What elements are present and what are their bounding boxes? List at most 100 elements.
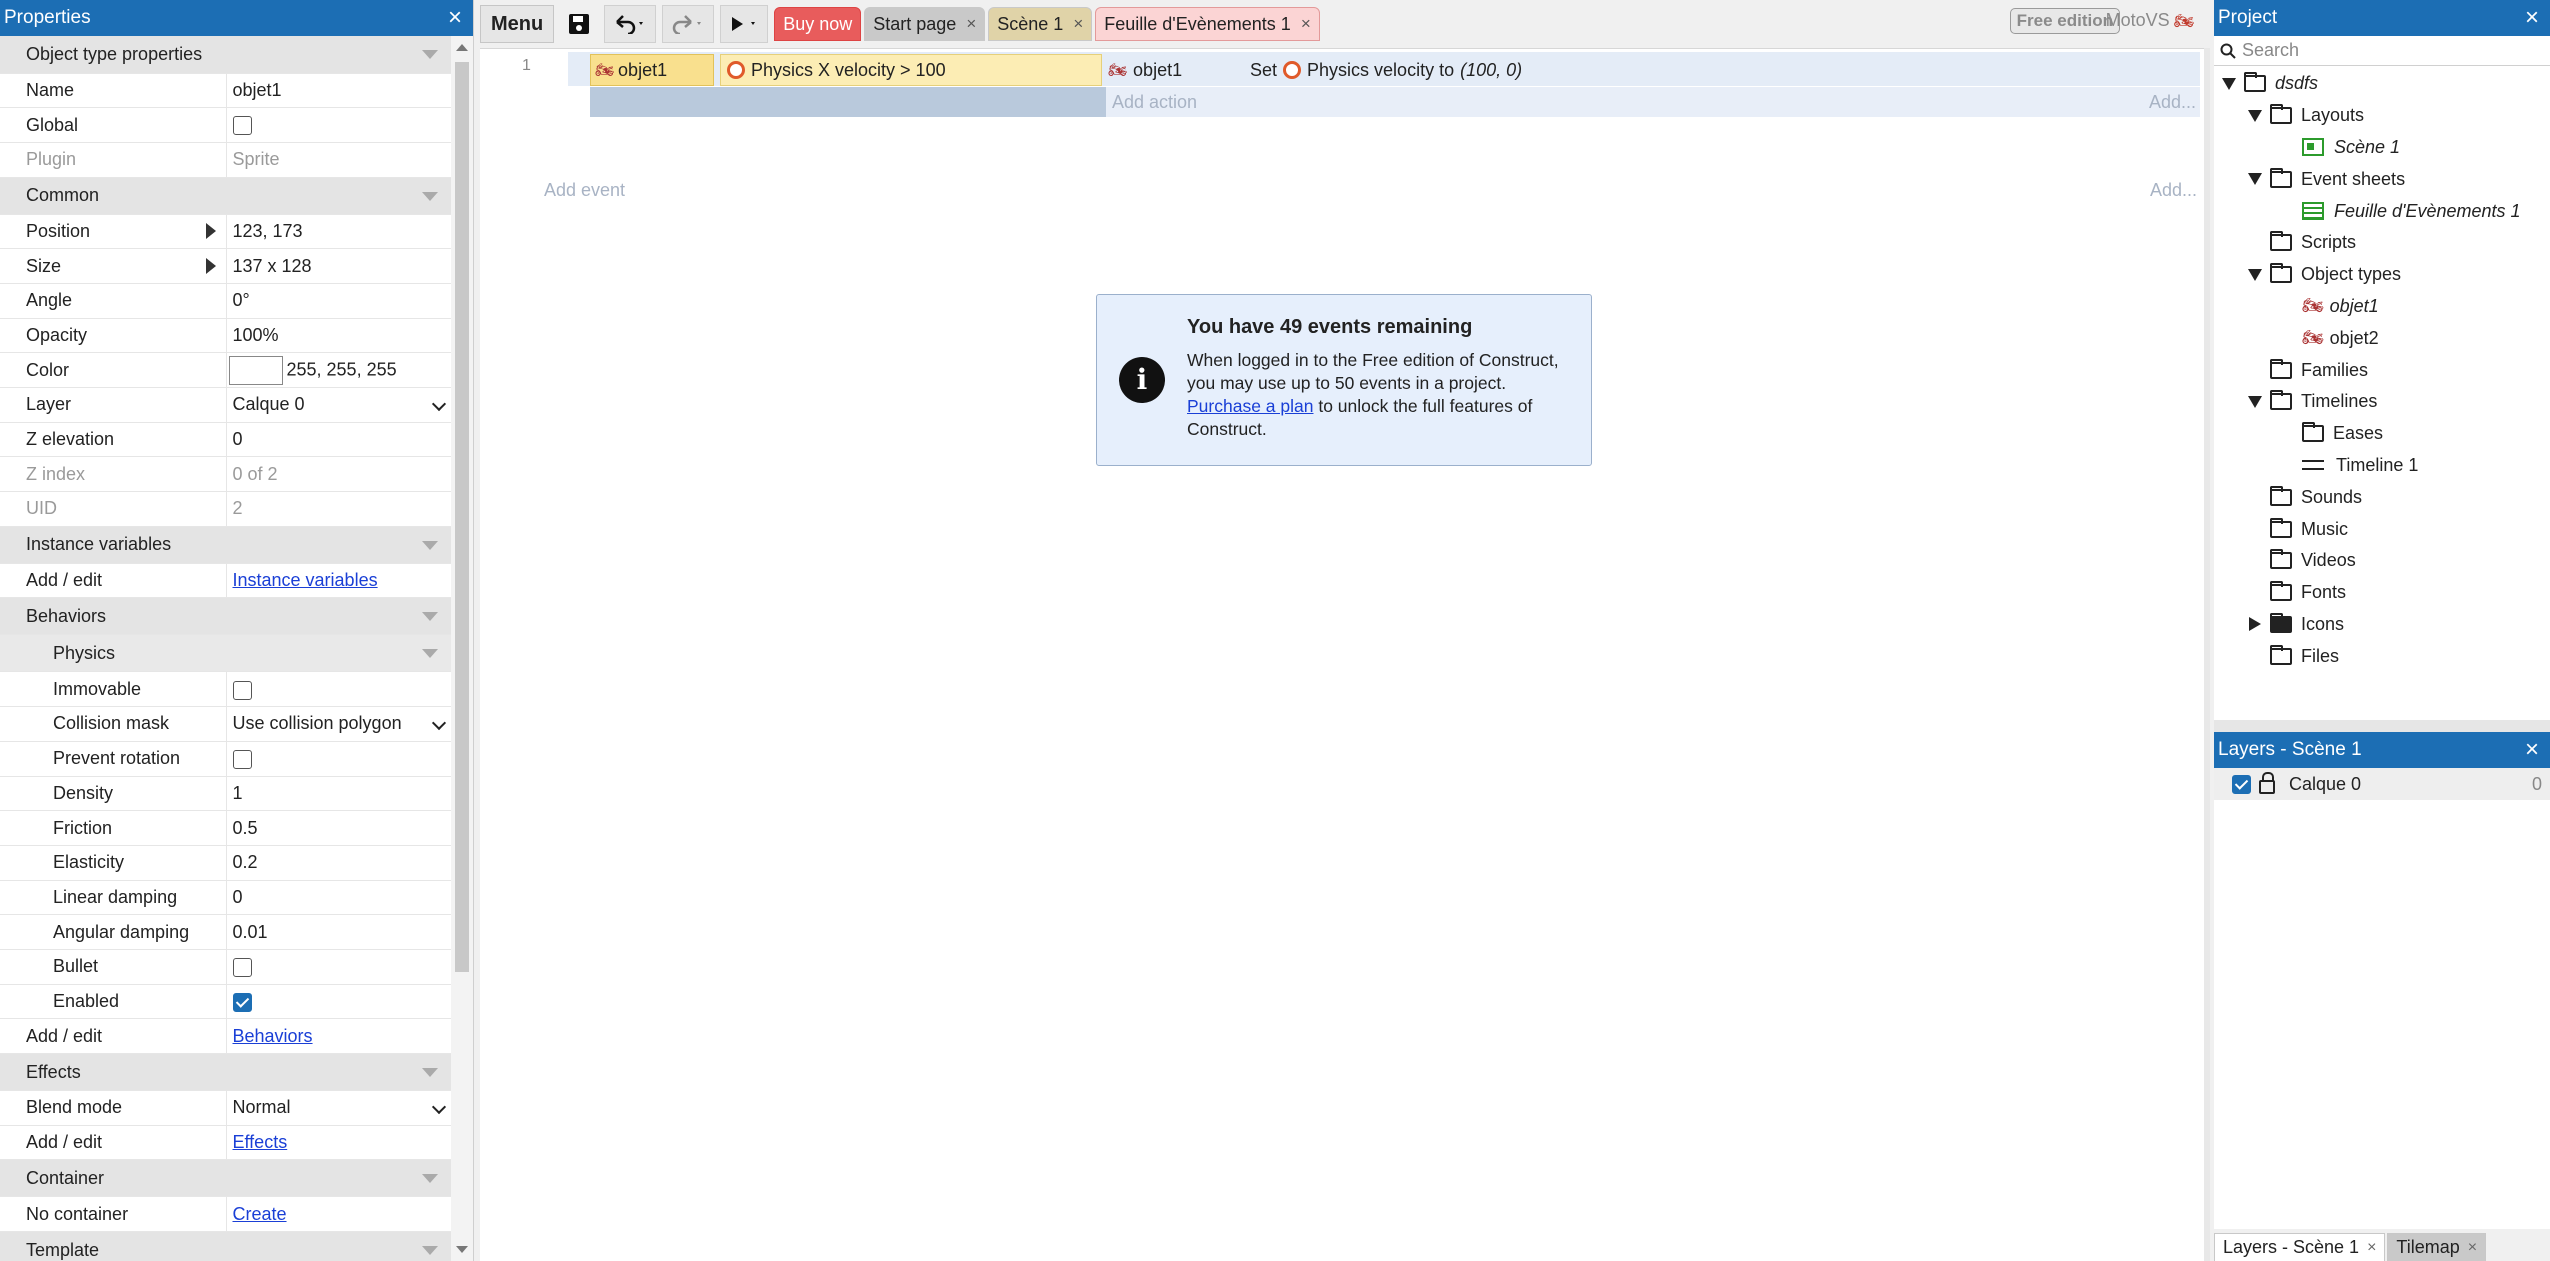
action[interactable]: Set Physics velocity to (100, 0) bbox=[1250, 54, 1522, 86]
linear-damping-field[interactable]: 0 bbox=[225, 880, 452, 916]
section-behaviors[interactable]: Behaviors bbox=[0, 597, 452, 636]
undo-button[interactable] bbox=[604, 5, 657, 43]
section-object-type[interactable]: Object type properties bbox=[0, 36, 452, 74]
z-elevation-field[interactable]: 0 bbox=[225, 422, 452, 458]
elasticity-field[interactable]: 0.2 bbox=[225, 845, 452, 881]
properties-scrollbar[interactable] bbox=[451, 36, 473, 1261]
bullet-checkbox[interactable] bbox=[232, 958, 252, 978]
condition-drop-area[interactable] bbox=[590, 87, 1106, 117]
save-button[interactable] bbox=[560, 5, 598, 43]
tree-objet1[interactable]: 🏍 objet1 bbox=[2214, 291, 2550, 323]
section-template[interactable]: Template bbox=[0, 1231, 452, 1261]
add-action-row[interactable]: Add action Add... bbox=[1106, 87, 2200, 117]
enabled-checkbox[interactable] bbox=[232, 992, 252, 1012]
tree-timeline-1[interactable]: Timeline 1 bbox=[2214, 450, 2550, 482]
tree-event-sheets[interactable]: Event sheets bbox=[2214, 163, 2550, 195]
layer-select[interactable]: Calque 0 bbox=[225, 387, 452, 423]
section-common[interactable]: Common bbox=[0, 177, 452, 215]
tree-root[interactable]: dsdfs bbox=[2214, 68, 2550, 100]
tree-music[interactable]: Music bbox=[2214, 513, 2550, 545]
event-row[interactable]: 🏍 objet1 Physics X velocity > 100 🏍 obje… bbox=[568, 52, 2200, 86]
tab-start-page[interactable]: Start page × bbox=[864, 7, 986, 41]
tree-fonts[interactable]: Fonts bbox=[2214, 577, 2550, 609]
size-field[interactable]: 137 x 128 bbox=[225, 248, 452, 284]
expand-arrow-icon[interactable] bbox=[205, 223, 216, 240]
scroll-down-icon[interactable] bbox=[456, 1246, 468, 1253]
tree-timelines[interactable]: Timelines bbox=[2214, 386, 2550, 418]
name-field[interactable]: objet1 bbox=[225, 73, 452, 109]
close-icon[interactable]: × bbox=[1073, 14, 1083, 34]
close-icon[interactable]: × bbox=[2514, 0, 2550, 36]
immovable-checkbox[interactable] bbox=[232, 680, 252, 700]
expand-icon[interactable] bbox=[2249, 617, 2261, 632]
tree-scripts[interactable]: Scripts bbox=[2214, 227, 2550, 259]
tree-objet2[interactable]: 🏍 objet2 bbox=[2214, 322, 2550, 354]
close-icon[interactable]: × bbox=[2514, 732, 2550, 768]
redo-button[interactable] bbox=[662, 5, 715, 43]
density-field[interactable]: 1 bbox=[225, 776, 452, 812]
scrollbar-thumb[interactable] bbox=[455, 62, 469, 972]
collapse-icon[interactable] bbox=[2248, 268, 2262, 281]
color-swatch[interactable] bbox=[228, 355, 283, 385]
layer-visible-checkbox[interactable] bbox=[2232, 774, 2251, 794]
panel-splitter[interactable] bbox=[2214, 720, 2550, 732]
project-search[interactable]: Search bbox=[2214, 36, 2550, 66]
tab-scene-1[interactable]: Scène 1 × bbox=[988, 7, 1093, 41]
collapse-icon[interactable] bbox=[2248, 395, 2262, 408]
close-icon[interactable]: × bbox=[1301, 14, 1311, 34]
lock-icon[interactable] bbox=[2259, 772, 2275, 794]
tree-object-types[interactable]: Object types bbox=[2214, 259, 2550, 291]
tree-eases[interactable]: Eases bbox=[2214, 418, 2550, 450]
tree-families[interactable]: Families bbox=[2214, 354, 2550, 386]
purchase-plan-link[interactable]: Purchase a plan bbox=[1187, 396, 1313, 416]
add-event-right[interactable]: Add... bbox=[2150, 180, 2197, 201]
condition[interactable]: Physics X velocity > 100 bbox=[720, 54, 1102, 86]
condition-object[interactable]: 🏍 objet1 bbox=[590, 54, 714, 86]
tab-buy-now[interactable]: Buy now bbox=[774, 7, 862, 41]
angle-field[interactable]: 0° bbox=[225, 283, 452, 319]
tree-layouts[interactable]: Layouts bbox=[2214, 100, 2550, 132]
close-icon[interactable]: × bbox=[2468, 1239, 2477, 1257]
opacity-field[interactable]: 100% bbox=[225, 318, 452, 354]
create-container-link[interactable]: Create bbox=[233, 1204, 287, 1224]
collision-mask-select[interactable]: Use collision polygon bbox=[225, 706, 452, 742]
tree-scene-1[interactable]: Scène 1 bbox=[2214, 132, 2550, 164]
section-instance-variables[interactable]: Instance variables bbox=[0, 526, 452, 564]
behaviors-link[interactable]: Behaviors bbox=[233, 1026, 313, 1046]
event-sheet-scrollbar[interactable] bbox=[2204, 48, 2210, 1261]
tree-event-sheet-1[interactable]: Feuille d'Evènements 1 bbox=[2214, 195, 2550, 227]
blend-mode-select[interactable]: Normal bbox=[225, 1090, 452, 1126]
prevent-rotation-checkbox[interactable] bbox=[232, 749, 252, 769]
layer-row[interactable]: Calque 0 0 bbox=[2214, 768, 2550, 800]
tab-layers[interactable]: Layers - Scène 1 × bbox=[2214, 1233, 2386, 1261]
close-icon[interactable]: × bbox=[966, 14, 976, 34]
effects-link[interactable]: Effects bbox=[233, 1132, 288, 1152]
global-checkbox[interactable] bbox=[232, 116, 252, 136]
tab-tilemap[interactable]: Tilemap × bbox=[2387, 1233, 2487, 1261]
scroll-up-icon[interactable] bbox=[456, 44, 468, 51]
preview-button[interactable] bbox=[720, 5, 769, 43]
add-event-link[interactable]: Add event bbox=[544, 180, 625, 201]
section-physics[interactable]: Physics bbox=[0, 634, 452, 673]
position-field[interactable]: 123, 173 bbox=[225, 214, 452, 250]
color-value[interactable]: 255, 255, 255 bbox=[287, 359, 397, 379]
tree-sounds[interactable]: Sounds bbox=[2214, 481, 2550, 513]
section-effects[interactable]: Effects bbox=[0, 1053, 452, 1091]
angular-damping-field[interactable]: 0.01 bbox=[225, 914, 452, 950]
tree-icons[interactable]: Icons bbox=[2214, 609, 2550, 641]
tab-event-sheet[interactable]: Feuille d'Evènements 1 × bbox=[1095, 7, 1320, 41]
action-object[interactable]: 🏍 objet1 bbox=[1108, 54, 1182, 86]
collapse-icon[interactable] bbox=[2248, 109, 2262, 122]
collapse-icon[interactable] bbox=[2222, 77, 2236, 90]
collapse-icon[interactable] bbox=[2248, 173, 2262, 186]
close-icon[interactable]: × bbox=[2367, 1239, 2376, 1257]
close-icon[interactable]: × bbox=[437, 0, 473, 36]
menu-button[interactable]: Menu bbox=[480, 5, 555, 43]
tree-videos[interactable]: Videos bbox=[2214, 545, 2550, 577]
expand-arrow-icon[interactable] bbox=[205, 258, 216, 275]
tree-files[interactable]: Files bbox=[2214, 640, 2550, 672]
section-container[interactable]: Container bbox=[0, 1159, 452, 1198]
edition-badge[interactable]: Free edition bbox=[2009, 8, 2120, 34]
instance-variables-link[interactable]: Instance variables bbox=[233, 570, 378, 590]
friction-field[interactable]: 0.5 bbox=[225, 810, 452, 846]
